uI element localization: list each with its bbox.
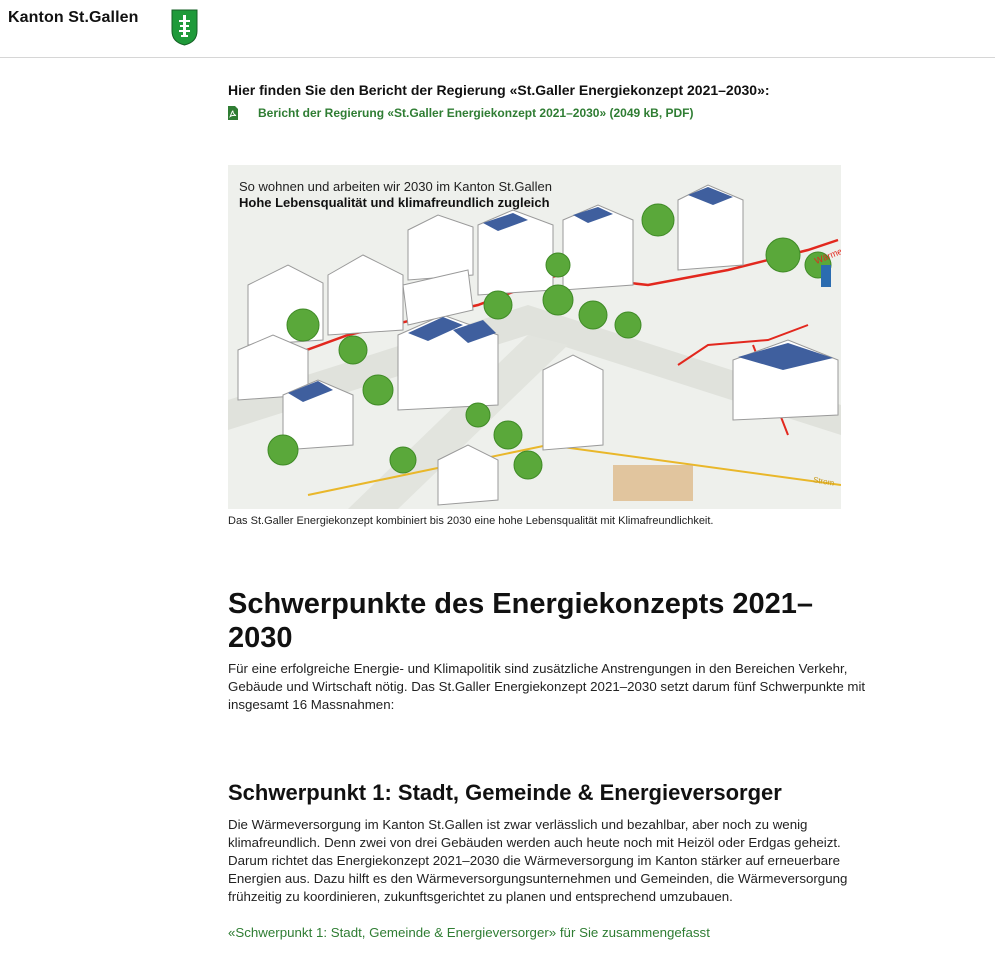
illustration-subtitle: Hohe Lebensqualität und klimafreundlich … bbox=[239, 195, 550, 210]
report-pdf-link[interactable]: Bericht der Regierung «St.Galler Energie… bbox=[258, 106, 694, 120]
focus-1-text: Die Wärmeversorgung im Kanton St.Gallen … bbox=[228, 817, 848, 904]
illustration-caption: Das St.Galler Energiekonzept kombiniert … bbox=[228, 515, 714, 527]
city-scene-graphic bbox=[228, 184, 841, 509]
st-gallen-crest-icon[interactable] bbox=[171, 9, 198, 46]
site-header: Kanton St.Gallen bbox=[0, 0, 995, 58]
intro-paragraph: Für eine erfolgreiche Energie- und Klima… bbox=[228, 661, 866, 712]
report-lead-text: Hier finden Sie den Bericht der Regierun… bbox=[228, 82, 770, 98]
illustration-title: So wohnen und arbeiten wir 2030 im Kanto… bbox=[239, 179, 552, 194]
page-title: Schwerpunkte des Energiekonzepts 2021–20… bbox=[228, 588, 814, 654]
brand-name[interactable]: Kanton St.Gallen bbox=[8, 9, 139, 27]
focus-1-summary-link[interactable]: «Schwerpunkt 1: Stadt, Gemeinde & Energi… bbox=[228, 925, 710, 940]
energy-concept-illustration: So wohnen und arbeiten wir 2030 im Kanto… bbox=[228, 165, 841, 509]
focus-1-heading: Schwerpunkt 1: Stadt, Gemeinde & Energie… bbox=[228, 780, 782, 805]
pdf-icon bbox=[228, 106, 238, 120]
